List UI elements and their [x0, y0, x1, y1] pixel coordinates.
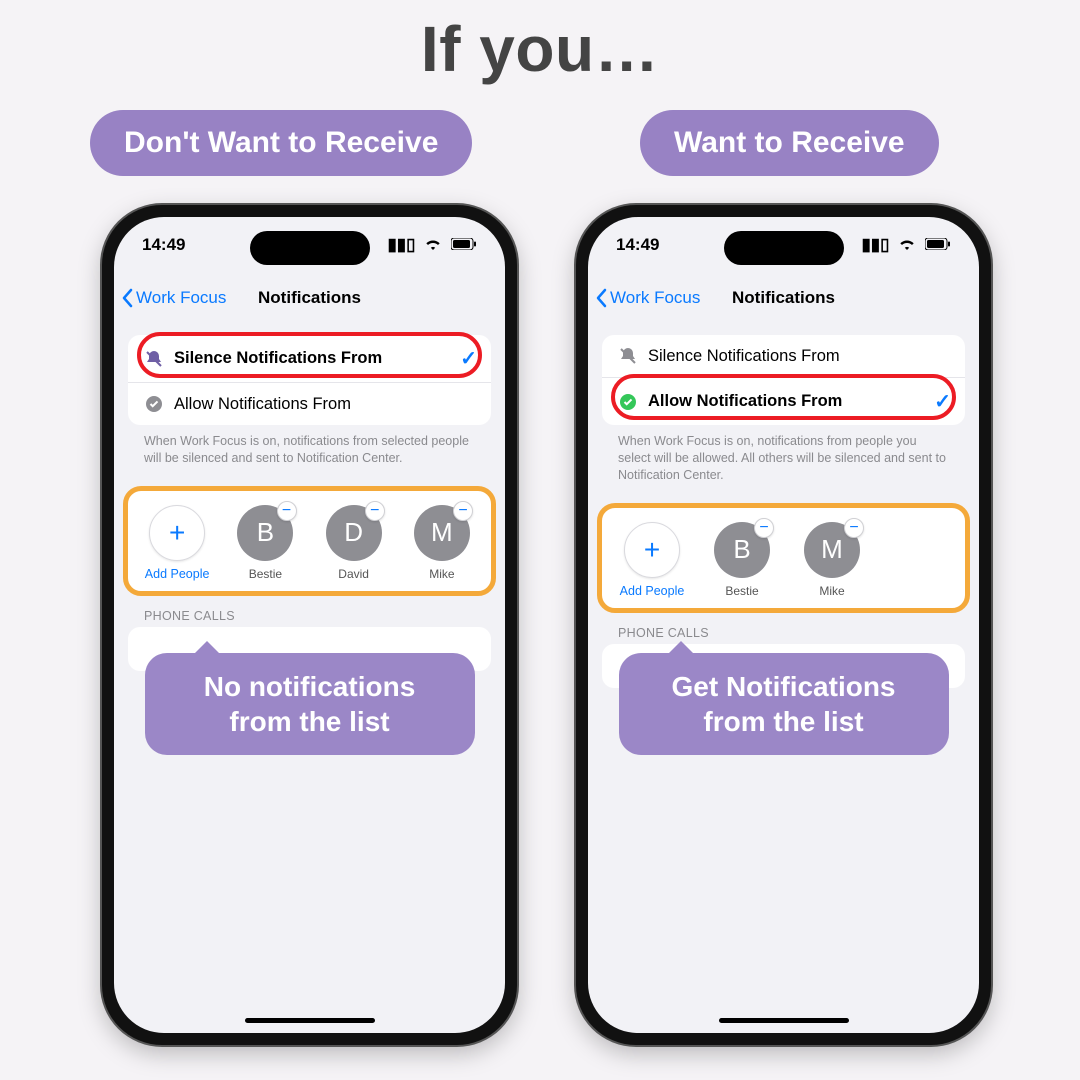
section-header-phone-calls: PHONE CALLS: [144, 609, 491, 623]
badge-check-icon: [142, 394, 166, 414]
battery-icon: [451, 235, 477, 254]
remove-icon[interactable]: −: [365, 501, 385, 521]
person-chip[interactable]: − B Bestie: [702, 522, 782, 598]
back-button[interactable]: Work Focus: [594, 288, 700, 308]
phone-mockup-left: 14:49 ▮▮▯ Work Focus Notifications: [102, 205, 517, 1045]
section-header-phone-calls: PHONE CALLS: [618, 626, 965, 640]
screen-left: 14:49 ▮▮▯ Work Focus Notifications: [114, 217, 505, 1033]
notification-mode-group: Silence Notifications From Allow Notific…: [602, 335, 965, 425]
add-people-label: Add People: [612, 584, 692, 598]
checkmark-icon: ✓: [934, 389, 951, 414]
phone-mockup-right: 14:49 ▮▮▯ Work Focus Notifications: [576, 205, 991, 1045]
pill-want: Want to Receive: [640, 110, 939, 176]
nav-title: Notifications: [258, 288, 361, 308]
battery-icon: [925, 235, 951, 254]
badge-check-icon: [616, 392, 640, 412]
add-people-button[interactable]: + Add People: [612, 522, 692, 598]
person-chip[interactable]: − D David: [315, 505, 393, 581]
chevron-left-icon: [594, 288, 608, 308]
footnote: When Work Focus is on, notifications fro…: [602, 425, 965, 484]
person-name: Mike: [403, 567, 481, 581]
notification-mode-group: Silence Notifications From ✓ Allow Notif…: [128, 335, 491, 425]
row-silence[interactable]: Silence Notifications From: [602, 335, 965, 377]
plus-icon: +: [149, 505, 205, 561]
row-allow[interactable]: Allow Notifications From: [128, 382, 491, 425]
page-heading: If you…: [421, 12, 659, 86]
pill-dont-want: Don't Want to Receive: [90, 110, 472, 176]
nav-bar: Work Focus Notifications: [114, 277, 505, 319]
wifi-icon: [424, 235, 447, 254]
person-chip[interactable]: − B Bestie: [226, 505, 304, 581]
person-name: David: [315, 567, 393, 581]
nav-bar: Work Focus Notifications: [588, 277, 979, 319]
row-allow-label: Allow Notifications From: [648, 392, 934, 411]
checkmark-icon: ✓: [460, 346, 477, 371]
status-icons: ▮▮▯: [857, 235, 951, 255]
people-box: + Add People − B Bestie − D David − M Mi…: [128, 491, 491, 591]
nav-title: Notifications: [732, 288, 835, 308]
chevron-left-icon: [120, 288, 134, 308]
footnote: When Work Focus is on, notifications fro…: [128, 425, 491, 467]
row-allow-label: Allow Notifications From: [174, 395, 477, 414]
people-box: + Add People − B Bestie − M Mike: [602, 508, 965, 608]
wifi-icon: [898, 235, 921, 254]
dynamic-island: [250, 231, 370, 265]
status-icons: ▮▮▯: [383, 235, 477, 255]
remove-icon[interactable]: −: [844, 518, 864, 538]
status-time: 14:49: [616, 235, 659, 255]
person-chip[interactable]: − M Mike: [403, 505, 481, 581]
screen-right: 14:49 ▮▮▯ Work Focus Notifications: [588, 217, 979, 1033]
cellular-icon: ▮▮▯: [861, 235, 889, 254]
person-name: Mike: [792, 584, 872, 598]
plus-icon: +: [624, 522, 680, 578]
person-name: Bestie: [226, 567, 304, 581]
row-silence[interactable]: Silence Notifications From ✓: [128, 335, 491, 382]
remove-icon[interactable]: −: [277, 501, 297, 521]
person-name: Bestie: [702, 584, 782, 598]
add-people-button[interactable]: + Add People: [138, 505, 216, 581]
callout-bubble: Get Notifications from the list: [619, 653, 949, 755]
remove-icon[interactable]: −: [754, 518, 774, 538]
person-chip[interactable]: − M Mike: [792, 522, 872, 598]
row-silence-label: Silence Notifications From: [648, 347, 951, 366]
dynamic-island: [724, 231, 844, 265]
add-people-label: Add People: [138, 567, 216, 581]
bell-slash-icon: [616, 346, 640, 366]
cellular-icon: ▮▮▯: [387, 235, 415, 254]
callout-bubble: No notifications from the list: [145, 653, 475, 755]
bell-slash-icon: [142, 349, 166, 369]
row-silence-label: Silence Notifications From: [174, 349, 460, 368]
status-time: 14:49: [142, 235, 185, 255]
back-button[interactable]: Work Focus: [120, 288, 226, 308]
row-allow[interactable]: Allow Notifications From ✓: [602, 377, 965, 425]
remove-icon[interactable]: −: [453, 501, 473, 521]
back-label: Work Focus: [136, 288, 226, 308]
back-label: Work Focus: [610, 288, 700, 308]
home-indicator: [245, 1018, 375, 1023]
home-indicator: [719, 1018, 849, 1023]
